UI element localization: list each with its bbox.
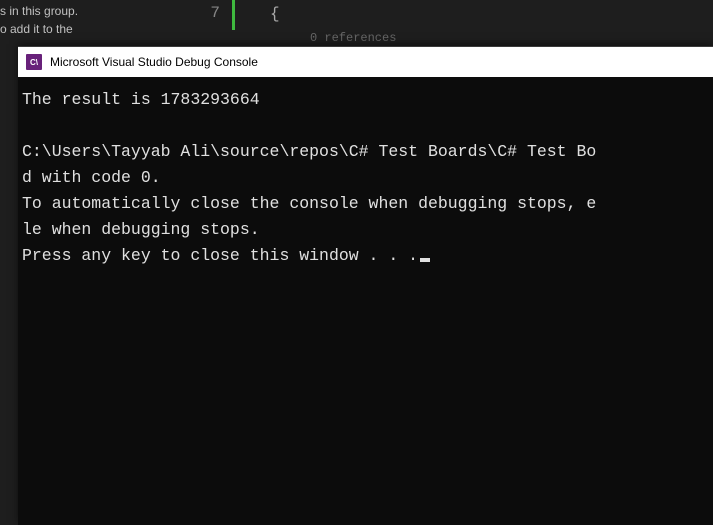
console-line: To automatically close the console when … — [22, 194, 596, 213]
code-brace: { — [270, 2, 396, 26]
console-line: C:\Users\Tayyab Ali\source\repos\C# Test… — [22, 142, 596, 161]
line-number: 7 — [180, 0, 220, 22]
group-hint-line: s in this group. — [0, 2, 78, 20]
console-line: d with code 0. — [22, 168, 161, 187]
console-line: Press any key to close this window . . . — [22, 246, 418, 265]
gutter-change-marker — [232, 0, 235, 30]
console-output[interactable]: The result is 1783293664 C:\Users\Tayyab… — [18, 77, 713, 279]
group-hint-line: o add it to the — [0, 20, 78, 38]
group-hint-text: s in this group. o add it to the — [0, 0, 78, 40]
console-line: The result is 1783293664 — [22, 90, 260, 109]
console-title: Microsoft Visual Studio Debug Console — [50, 55, 258, 69]
editor-code-fragment: { 0 references — [270, 2, 396, 50]
console-line: le when debugging stops. — [22, 220, 260, 239]
debug-console-window[interactable]: C\ Microsoft Visual Studio Debug Console… — [18, 46, 713, 525]
vs-console-icon: C\ — [26, 54, 42, 70]
cursor-block — [420, 258, 430, 262]
console-title-bar[interactable]: C\ Microsoft Visual Studio Debug Console — [18, 47, 713, 77]
